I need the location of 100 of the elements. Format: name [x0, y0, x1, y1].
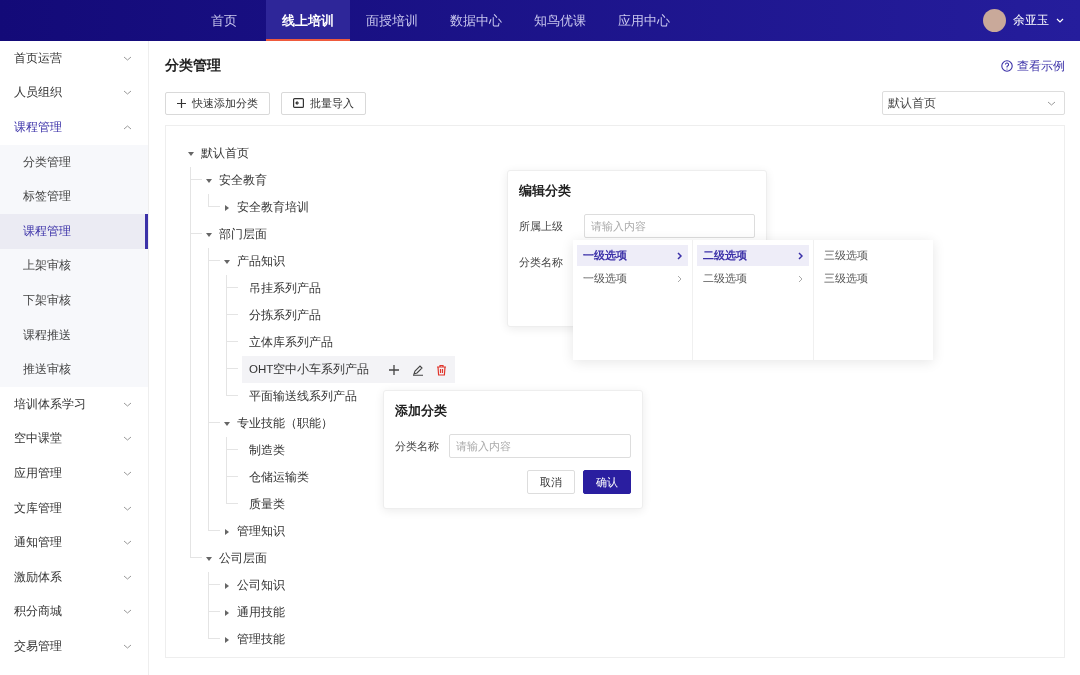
nav-tab[interactable]: 数据中心	[434, 0, 518, 41]
popover-title: 添加分类	[395, 403, 448, 420]
sidebar-subitem[interactable]: 标签管理	[0, 179, 148, 214]
nav-tab[interactable]: 线上培训	[266, 0, 350, 41]
caret-icon[interactable]	[224, 204, 230, 211]
tree-row[interactable]: 分拣系列产品	[242, 302, 329, 329]
page-title: 分类管理	[165, 57, 221, 75]
sidebar-subitem[interactable]: 推送审核	[0, 352, 148, 387]
cancel-button[interactable]: 取消	[527, 470, 575, 494]
caret-icon[interactable]	[224, 528, 230, 535]
field-label: 分类名称	[519, 254, 564, 270]
caret-icon[interactable]	[224, 582, 230, 589]
sidebar-item[interactable]: 积分商城	[0, 594, 148, 630]
tree-node-label: 部门层面	[219, 227, 267, 242]
tree-row[interactable]: OHT空中小车系列产品	[242, 356, 456, 383]
tree-node-label: 专业技能（职能）	[237, 416, 333, 431]
tree-node-label: 公司层面	[219, 551, 267, 566]
tree-row[interactable]: 吊挂系列产品	[242, 275, 329, 302]
sidebar-item[interactable]: 空中课堂	[0, 421, 148, 457]
tree-row[interactable]: 默认首页	[188, 140, 257, 167]
sidebar-subitem[interactable]: 课程管理	[0, 213, 148, 249]
pencil-icon[interactable]	[412, 363, 425, 376]
sidebar-item[interactable]: 交易管理	[0, 629, 148, 664]
caret-icon[interactable]	[206, 177, 212, 184]
trash-icon[interactable]	[436, 363, 448, 376]
tree-node-label: 吊挂系列产品	[249, 281, 321, 296]
caret-icon[interactable]	[206, 231, 212, 238]
tree-row[interactable]: 仓储运输类	[242, 464, 317, 491]
tree-node-label: 平面输送线系列产品	[249, 389, 357, 404]
tree-node-label: OHT空中小车系列产品	[249, 362, 370, 377]
nav-tab[interactable]: 应用中心	[602, 0, 686, 41]
sidebar-item[interactable]: 文库管理	[0, 490, 148, 526]
sidebar-item[interactable]: 培训体系学习	[0, 386, 148, 422]
tree-connector-line	[208, 194, 220, 207]
chevron-down-icon[interactable]	[1056, 18, 1064, 23]
add-category-button[interactable]: 快速添加分类	[165, 91, 270, 115]
sidebar-subitem[interactable]: 课程推送	[0, 317, 148, 353]
tree-row[interactable]: 管理知识	[224, 518, 293, 545]
caret-icon[interactable]	[224, 636, 230, 643]
tree-node-label: 公司知识	[237, 578, 285, 593]
tree-node-label: 质量类	[249, 497, 285, 512]
avatar[interactable]	[983, 9, 1006, 32]
tree-row[interactable]: 产品知识	[224, 248, 293, 275]
import-button[interactable]: 批量导入	[281, 91, 366, 115]
plus-icon	[177, 98, 186, 108]
tree-node-label: 安全教育	[219, 173, 267, 188]
sidebar-subitem[interactable]: 上架审核	[0, 248, 148, 284]
sidebar-subitem[interactable]: 分类管理	[0, 144, 148, 180]
tree-row[interactable]: 管理技能	[224, 626, 293, 653]
tree-node-label: 默认首页	[201, 146, 249, 161]
sidebar-item[interactable]: 首页运营	[0, 41, 148, 76]
nav-tab[interactable]: 知鸟优课	[518, 0, 602, 41]
cascader-option[interactable]: 一级选项	[577, 268, 689, 289]
tree-node-label: 制造类	[249, 443, 285, 458]
caret-icon[interactable]	[188, 150, 194, 157]
tree-node-label: 产品知识	[237, 254, 285, 269]
field-label: 分类名称	[395, 438, 440, 454]
name-field[interactable]: 请输入内容	[449, 434, 631, 458]
import-icon	[293, 98, 304, 108]
tree-row[interactable]: 平面输送线系列产品	[242, 383, 365, 410]
tree-row[interactable]: 制造类	[242, 437, 293, 464]
chevron-down-icon	[1047, 100, 1056, 106]
cascader-option[interactable]: 一级选项	[577, 245, 689, 266]
tree-node-label: 通用技能	[237, 605, 285, 620]
add-icon[interactable]	[388, 363, 401, 376]
tree-row[interactable]: 公司层面	[206, 545, 275, 572]
tree-node-label: 管理知识	[237, 524, 285, 539]
tree-row[interactable]: 公司知识	[224, 572, 293, 599]
sidebar-item[interactable]: 通知管理	[0, 525, 148, 560]
tree-row[interactable]: 质量类	[242, 491, 293, 518]
tree-row[interactable]: 部门层面	[206, 221, 275, 248]
tree-node-label: 仓储运输类	[249, 470, 309, 485]
tree-row[interactable]: 专业技能（职能）	[224, 410, 341, 437]
sidebar-item[interactable]: 激励体系	[0, 559, 148, 595]
cascader-option[interactable]: 三级选项	[817, 268, 929, 289]
caret-icon[interactable]	[206, 555, 212, 562]
tree-row[interactable]: 安全教育	[206, 167, 275, 194]
caret-icon[interactable]	[224, 258, 230, 265]
caret-icon[interactable]	[224, 609, 230, 616]
help-link[interactable]: 查看示例	[1001, 58, 1065, 74]
cascader-option[interactable]: 三级选项	[817, 245, 929, 266]
tree-row[interactable]: 安全教育培训	[224, 194, 317, 221]
help-icon[interactable]	[1001, 60, 1013, 72]
nav-tab[interactable]: 面授培训	[350, 0, 434, 41]
nav-tab[interactable]: 首页	[182, 0, 266, 41]
user-name[interactable]: 余亚玉	[1013, 12, 1049, 29]
caret-icon[interactable]	[224, 420, 230, 427]
confirm-button[interactable]: 确认	[583, 470, 631, 494]
cascader-option[interactable]: 二级选项	[697, 245, 809, 266]
sidebar-item[interactable]: 人员组织	[0, 75, 148, 111]
tree-row[interactable]: 通用技能	[224, 599, 293, 626]
cascader-option[interactable]: 二级选项	[697, 268, 809, 289]
tree-node-label: 分拣系列产品	[249, 308, 321, 323]
sidebar-item[interactable]: 课程管理	[0, 110, 148, 145]
tree-node-label: 安全教育培训	[237, 200, 309, 215]
tree-row[interactable]: 立体库系列产品	[242, 329, 341, 356]
scope-select[interactable]: 默认首页	[882, 91, 1065, 115]
sidebar-subitem[interactable]: 下架审核	[0, 283, 148, 318]
parent-field[interactable]: 请输入内容	[584, 214, 755, 238]
sidebar-item[interactable]: 应用管理	[0, 456, 148, 491]
